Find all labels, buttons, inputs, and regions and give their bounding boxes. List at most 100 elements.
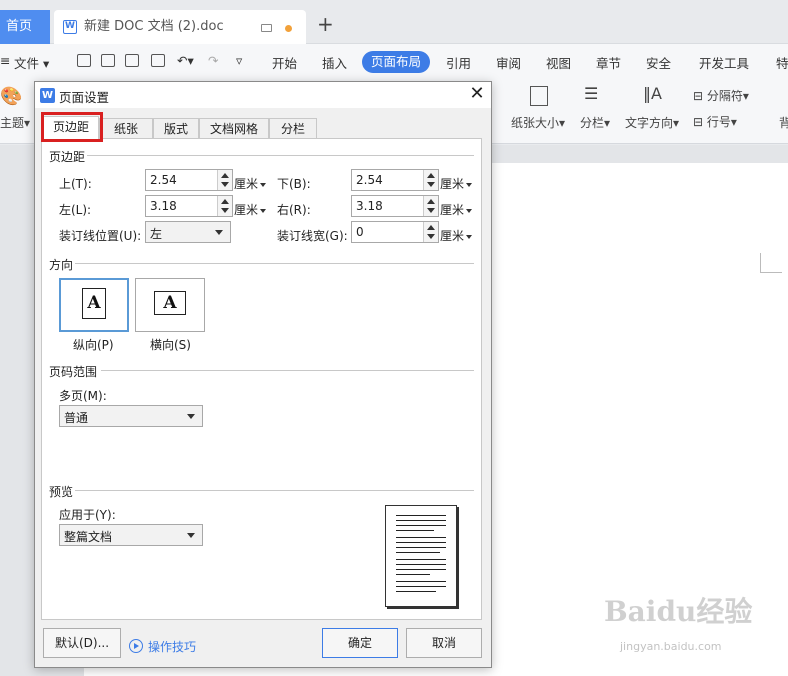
page-setup-dialog: W 页面设置 ✕ 页边距 纸张 版式 文档网格 分栏 页边距 上(T): 2.5… — [34, 81, 492, 668]
tab-columns[interactable]: 分栏 — [269, 118, 317, 140]
tab-document-grid[interactable]: 文档网格 — [199, 118, 269, 140]
gutter-width-stepper[interactable] — [423, 222, 438, 242]
gutter-position-select[interactable]: 左 — [145, 221, 231, 243]
landscape-label: 横向(S) — [150, 338, 191, 352]
print-icon[interactable] — [125, 54, 139, 67]
close-icon[interactable]: ✕ — [466, 83, 488, 105]
page-preview-thumbnail — [385, 505, 457, 607]
preview-group-divider — [75, 490, 474, 491]
page-range-group-divider — [101, 370, 474, 371]
ribbon-tab-chapter[interactable]: 章节 — [596, 53, 621, 72]
right-margin-input[interactable]: 3.18 — [351, 195, 439, 217]
gutter-width-unit[interactable]: 厘米 — [440, 227, 473, 244]
save-icon[interactable] — [77, 54, 91, 67]
preview-group-label: 预览 — [49, 483, 76, 500]
redo-icon[interactable]: ↷ — [208, 53, 218, 68]
ribbon-tab-row: ≡ 文件 ▾ ↶▾ ↷ ▿ 开始 插入 页面布局 引用 审阅 视图 章节 安全 … — [0, 44, 788, 78]
margins-group-label: 页边距 — [49, 148, 88, 165]
line-number-button[interactable]: ⊟ 行号▾ — [693, 113, 737, 130]
gutter-position-label: 装订线位置(U): — [59, 229, 142, 243]
ribbon-tab-more[interactable]: 特 — [776, 53, 788, 72]
home-tab[interactable]: 首页 — [0, 10, 50, 44]
top-margin-input[interactable]: 2.54 — [145, 169, 233, 191]
play-circle-icon — [129, 639, 143, 653]
wps-app-icon: W — [40, 88, 55, 103]
theme-button[interactable]: 主题▾ — [0, 114, 30, 131]
top-margin-label: 上(T): — [59, 177, 92, 191]
margin-corner-mark — [760, 253, 782, 273]
add-tab-button[interactable]: + — [317, 14, 334, 34]
cancel-button[interactable]: 取消 — [406, 628, 482, 658]
ribbon-tab-developer[interactable]: 开发工具 — [699, 53, 749, 72]
right-margin-label: 右(R): — [277, 203, 311, 217]
title-tab-bar: 首页 W 新建 DOC 文档 (2).doc + — [0, 0, 788, 44]
apply-to-label: 应用于(Y): — [59, 508, 116, 522]
portrait-option[interactable]: A — [59, 278, 129, 332]
chevron-down-icon — [187, 414, 195, 419]
monitor-icon[interactable] — [261, 24, 272, 32]
apply-to-select[interactable]: 整篇文档 — [59, 524, 203, 546]
gutter-width-label: 装订线宽(G): — [277, 229, 348, 243]
hamburger-icon[interactable]: ≡ — [0, 53, 10, 68]
tab-paper[interactable]: 纸张 — [99, 118, 153, 140]
ribbon-tab-review[interactable]: 审阅 — [496, 53, 521, 72]
ok-button[interactable]: 确定 — [322, 628, 398, 658]
ribbon-tab-references[interactable]: 引用 — [446, 53, 471, 72]
bottom-margin-stepper[interactable] — [423, 170, 438, 190]
right-margin-unit[interactable]: 厘米 — [440, 201, 473, 218]
undo-icon[interactable]: ↶▾ — [177, 53, 194, 68]
right-margin-stepper[interactable] — [423, 196, 438, 216]
tab-layout[interactable]: 版式 — [153, 118, 199, 140]
unsaved-dot-icon — [285, 25, 292, 32]
document-tab[interactable]: W 新建 DOC 文档 (2).doc — [54, 10, 306, 44]
portrait-page-icon: A — [82, 288, 106, 319]
watermark-logo: Baidu经验 — [604, 595, 753, 628]
left-margin-input[interactable]: 3.18 — [145, 195, 233, 217]
ribbon-tab-view[interactable]: 视图 — [546, 53, 571, 72]
chevron-down-icon — [215, 230, 223, 235]
print-preview-icon[interactable] — [151, 54, 165, 67]
text-direction-button[interactable]: 文字方向▾ — [625, 114, 679, 131]
multiple-pages-select[interactable]: 普通 — [59, 405, 203, 427]
top-margin-unit[interactable]: 厘米 — [234, 175, 267, 192]
left-margin-unit[interactable]: 厘米 — [234, 201, 267, 218]
default-button[interactable]: 默认(D)... — [43, 628, 121, 658]
left-margin-label: 左(L): — [59, 203, 92, 217]
document-tab-title: 新建 DOC 文档 (2).doc — [84, 19, 224, 34]
watermark-url: jingyan.baidu.com — [620, 640, 722, 653]
columns-icon: ☰ — [584, 84, 599, 103]
columns-button[interactable]: 分栏▾ — [580, 114, 610, 131]
orientation-group-label: 方向 — [49, 256, 76, 273]
ribbon-tab-page-layout[interactable]: 页面布局 — [362, 51, 430, 73]
dialog-title: 页面设置 — [59, 90, 110, 105]
dialog-title-bar: W 页面设置 ✕ — [35, 82, 491, 108]
wps-writer-icon: W — [63, 20, 77, 34]
bottom-margin-label: 下(B): — [277, 177, 311, 191]
tab-margins[interactable]: 页边距 — [43, 116, 99, 141]
customize-icon[interactable]: ▿ — [236, 53, 242, 68]
landscape-option[interactable]: A — [135, 278, 205, 332]
ribbon-tab-start[interactable]: 开始 — [272, 53, 297, 72]
bottom-margin-input[interactable]: 2.54 — [351, 169, 439, 191]
paper-size-button[interactable]: 纸张大小▾ — [511, 114, 565, 131]
orientation-group-divider — [75, 263, 474, 264]
separator-button[interactable]: ⊟ 分隔符▾ — [693, 87, 749, 104]
page-range-group-label: 页码范围 — [49, 363, 100, 380]
paper-size-icon — [530, 86, 548, 106]
top-margin-stepper[interactable] — [217, 170, 232, 190]
left-margin-stepper[interactable] — [217, 196, 232, 216]
multiple-pages-label: 多页(M): — [59, 389, 107, 403]
ribbon-tab-insert[interactable]: 插入 — [322, 53, 347, 72]
background-button[interactable]: 背 — [779, 114, 788, 131]
export-icon[interactable] — [101, 54, 115, 67]
ribbon-tab-security[interactable]: 安全 — [646, 53, 671, 72]
landscape-page-icon: A — [154, 291, 186, 315]
chevron-down-icon — [187, 533, 195, 538]
margins-group-divider — [85, 155, 474, 156]
palette-icon[interactable]: 🎨 — [0, 86, 22, 107]
portrait-label: 纵向(P) — [73, 338, 114, 352]
text-direction-icon: ‖A — [643, 84, 662, 103]
gutter-width-input[interactable]: 0 — [351, 221, 439, 243]
file-menu[interactable]: 文件 ▾ — [14, 53, 49, 72]
bottom-margin-unit[interactable]: 厘米 — [440, 175, 473, 192]
